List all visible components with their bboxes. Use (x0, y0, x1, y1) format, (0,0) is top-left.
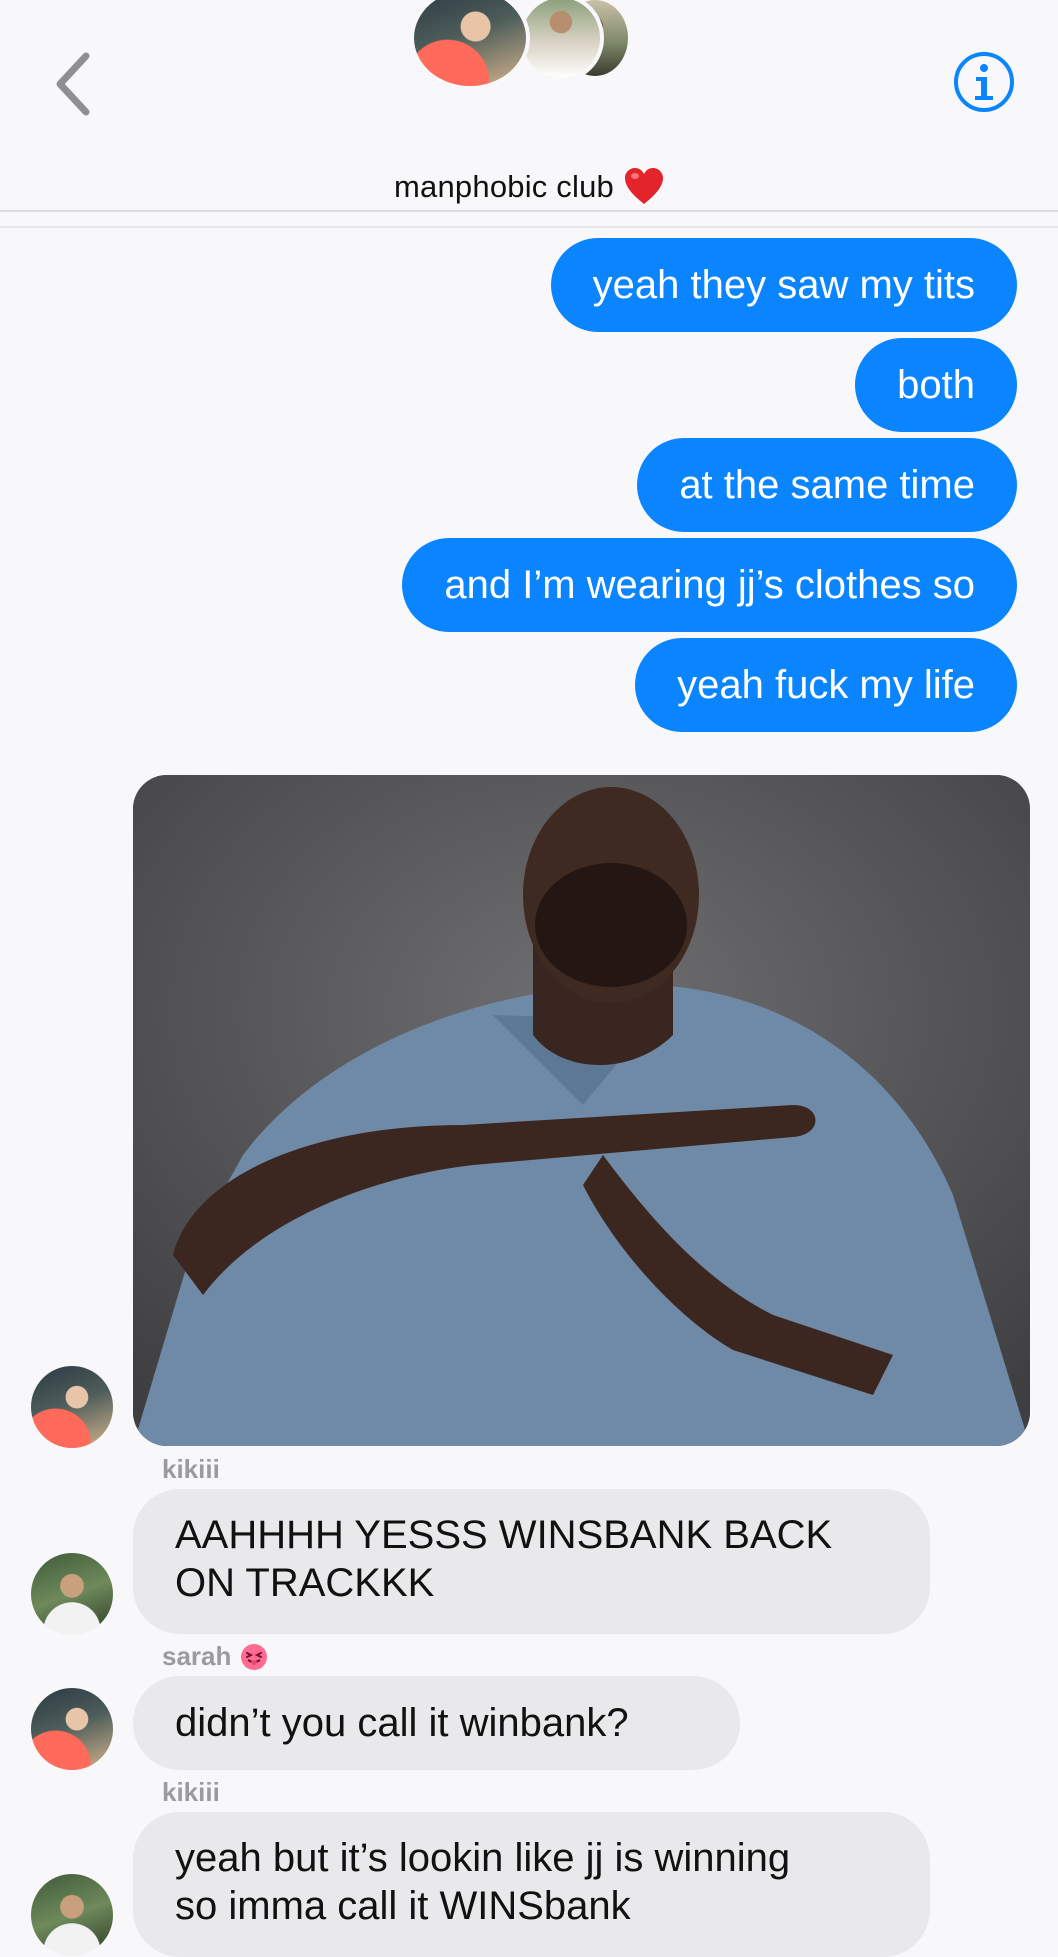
message-text: yeah fuck my life (677, 662, 975, 707)
header-divider-2 (0, 226, 1058, 228)
message-text: at the same time (679, 462, 975, 507)
incoming-message[interactable]: didn’t you call it winbank? (133, 1676, 740, 1770)
message-line: so imma call it WINSbank (175, 1884, 631, 1928)
avatar[interactable] (31, 1553, 113, 1635)
avatar[interactable] (31, 1688, 113, 1770)
sender-name-text: kikiii (162, 1454, 220, 1484)
info-circle-icon (954, 52, 1014, 112)
sender-name: kikiii (162, 1454, 220, 1485)
sender-name: kikiii (162, 1777, 220, 1808)
info-button[interactable] (952, 50, 1016, 114)
image-message[interactable] (133, 775, 1030, 1446)
outgoing-message[interactable]: yeah they saw my tits (550, 238, 1017, 332)
message-line: yeah but it’s lookin like jj is winning (175, 1836, 791, 1880)
outgoing-message[interactable]: and I’m wearing jj’s clothes so (402, 538, 1017, 632)
outgoing-message[interactable]: both (855, 338, 1017, 432)
back-button[interactable] (48, 48, 100, 120)
conversation-header: manphobic club (0, 0, 1058, 228)
outgoing-message[interactable]: yeah fuck my life (635, 638, 1017, 732)
sender-name-text: kikiii (162, 1777, 220, 1807)
chevron-left-icon (56, 52, 90, 116)
outgoing-message[interactable]: at the same time (637, 438, 1017, 532)
group-title-row[interactable]: manphobic club (0, 162, 1058, 212)
avatar[interactable] (31, 1874, 113, 1956)
message-line: didn’t you call it winbank? (175, 1701, 629, 1745)
message-text: and I’m wearing jj’s clothes so (444, 562, 975, 607)
group-avatar-stack[interactable] (410, 0, 632, 90)
sender-name-text: sarah (162, 1641, 232, 1671)
message-line: ON TRACKKK (175, 1561, 435, 1605)
header-divider (0, 210, 1058, 212)
incoming-message[interactable]: AAHHHH YESSS WINSBANK BACK ON TRACKKK (133, 1489, 930, 1634)
message-text: both (897, 362, 975, 407)
red-heart-icon (624, 168, 663, 204)
tongue-face-emoji-icon (241, 1643, 268, 1670)
avatar[interactable] (31, 1366, 113, 1448)
sender-name: sarah (162, 1641, 269, 1672)
group-name: manphobic club (394, 169, 614, 204)
meme-photo (133, 775, 1030, 1446)
message-text: yeah they saw my tits (592, 262, 975, 307)
message-line: AAHHHH YESSS WINSBANK BACK (175, 1513, 833, 1557)
incoming-message[interactable]: yeah but it’s lookin like jj is winning … (133, 1812, 930, 1957)
group-avatar-1 (410, 0, 530, 90)
